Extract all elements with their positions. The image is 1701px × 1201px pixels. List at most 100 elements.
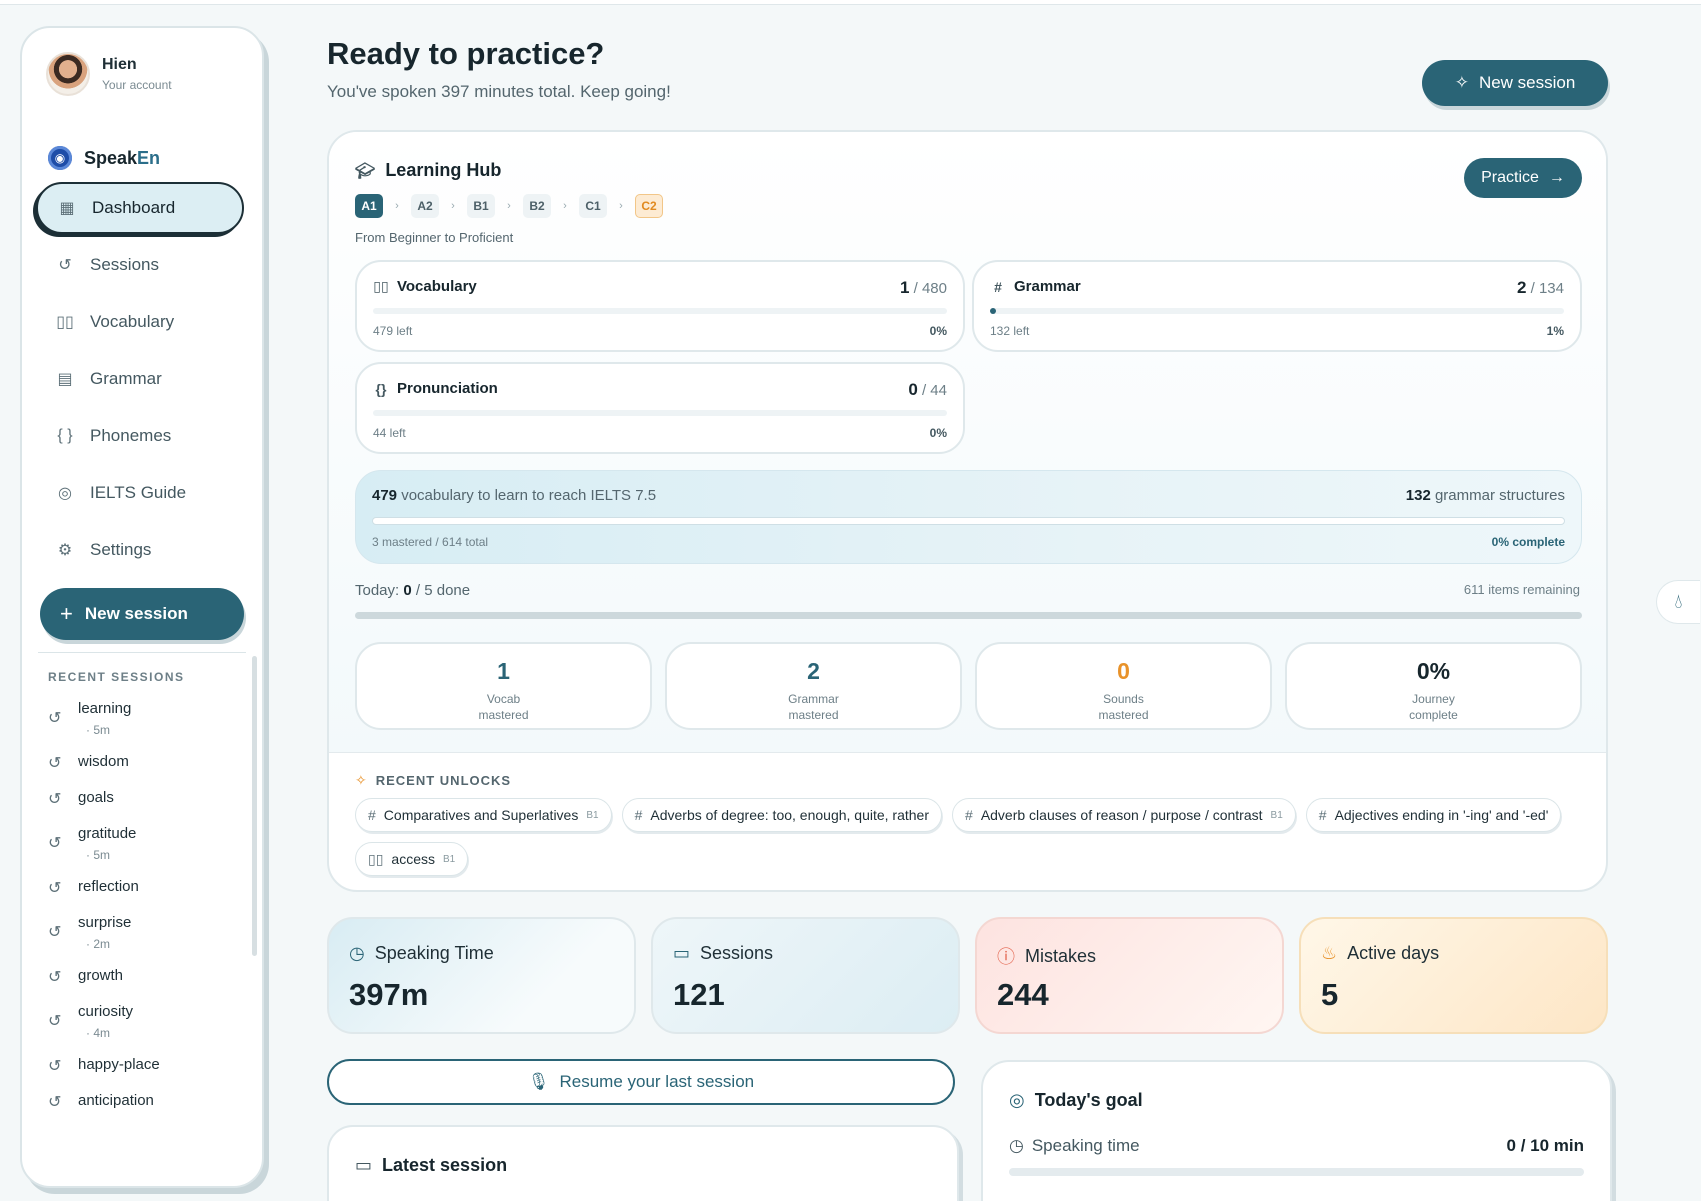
dashboard-icon: ▦ [59,200,75,217]
vocab-remaining-text: 479 vocabulary to learn to reach IELTS 7… [372,487,656,504]
vocabulary-progress-card[interactable]: ▯▯ Vocabulary 1 / 480 479 left 0% [355,260,965,352]
category-label: Grammar [1014,278,1081,295]
grammar-progress-card[interactable]: # Grammar 2 / 134 132 left 1% [972,260,1582,352]
goal-row: ◷ Speaking time 0 / 10 min [1009,1136,1584,1156]
unlock-chip[interactable]: ▯▯ access B1 [355,842,469,876]
practice-button[interactable]: Practice → [1464,158,1582,198]
level-b2[interactable]: B2 [523,194,551,218]
level-a1[interactable]: A1 [355,194,383,218]
sidebar-item-vocabulary[interactable]: ▯▯ Vocabulary [36,296,244,348]
resume-last-session-button[interactable]: 🎙︎ Resume your last session [327,1059,955,1105]
hub-title: 🎓︎ Learning Hub [355,160,501,181]
chat-icon: ▭ [673,943,691,963]
history-icon: ↺ [48,1058,62,1075]
recent-session-item[interactable]: ↺ goals [48,789,248,809]
unlock-chip[interactable]: # Adverbs of degree: too, enough, quite, … [621,798,943,832]
recent-sessions-heading: RECENT SESSIONS [48,670,185,684]
brand[interactable]: ◉ SpeakEn [48,146,160,170]
gear-icon: ⚙ [57,542,73,559]
session-title: happy-place [78,1056,160,1073]
book-icon: ▯▯ [373,278,389,294]
chip-text: Adverb clauses of reason / purpose / con… [980,807,1263,823]
session-title: wisdom [78,753,129,770]
unlock-chip[interactable]: # Comparatives and Superlatives B1 [355,798,612,832]
heading-text: RECENT UNLOCKS [375,773,512,788]
sidebar-item-dashboard[interactable]: ▦ Dashboard [36,182,244,234]
level-a2[interactable]: A2 [411,194,439,218]
speaking-time-card: ◷ Speaking Time 397m [327,917,636,1034]
session-duration: · 2m [86,937,110,951]
account-button[interactable]: Hien Your account [46,52,172,96]
sidebar-item-label: Grammar [90,369,162,388]
chip-level: B1 [586,809,599,821]
items-left: 44 left [373,426,406,440]
progress-percent: 1% [1546,324,1564,338]
assistant-fab[interactable]: 💧︎ [1656,580,1700,624]
recent-session-item[interactable]: ↺ gratitude · 5m [48,825,248,862]
learning-hub-card: 🎓︎ Learning Hub Practice → A1 › A2 › B1 … [327,130,1608,892]
vocab-count: 479 [372,487,398,504]
session-title: growth [78,967,124,984]
metric-label: ◷ Speaking Time [349,943,494,964]
session-title: anticipation [78,1092,154,1109]
sidebar-item-ielts-guide[interactable]: ◎ IELTS Guide [36,467,244,519]
flame-icon: ♨ [1321,943,1338,963]
hash-icon: # [994,278,1002,295]
grammar-count: 132 [1405,487,1431,504]
sidebar-item-grammar[interactable]: ▤ Grammar [36,353,244,405]
clock-icon: ◷ [1009,1136,1024,1155]
unlock-chip[interactable]: # Adverb clauses of reason / purpose / co… [952,798,1296,832]
level-c1[interactable]: C1 [579,194,607,218]
stat-value: 2 [807,658,820,684]
level-b1[interactable]: B1 [467,194,495,218]
button-label: New session [1478,73,1576,92]
level-c2[interactable]: C2 [635,194,663,218]
bookmark-book-icon: ▤ [57,371,73,388]
button-label: Practice [1481,169,1539,186]
sidebar-new-session-button[interactable]: + New session [40,588,244,640]
recent-session-item[interactable]: ↺ learning · 5m [48,700,248,737]
chip-text: Adverbs of degree: too, enough, quite, r… [650,807,930,823]
sparkles-icon: ✧ [1454,73,1469,92]
sessions-card: ▭ Sessions 121 [651,917,960,1034]
chevron-right-icon: › [563,200,567,212]
sidebar-item-settings[interactable]: ⚙ Settings [36,524,244,576]
active-days-card: ♨ Active days 5 [1299,917,1608,1034]
recent-session-item[interactable]: ↺ reflection [48,878,248,898]
category-label: Pronunciation [397,380,498,397]
stat-label: Grammar mastered [788,692,839,722]
recent-session-item[interactable]: ↺ wisdom [48,753,248,773]
session-title: surprise [78,914,132,931]
session-duration: · 4m [86,1026,110,1040]
done-count: 1 [899,278,910,297]
grammar-text: grammar structures [1434,487,1565,504]
chip-text: access [391,851,435,867]
button-label: Resume your last session [559,1072,755,1091]
sidebar-item-label: Settings [90,540,152,559]
pronunciation-progress-card[interactable]: {} Pronunciation 0 / 44 44 left 0% [355,362,965,454]
recent-session-item[interactable]: ↺ surprise · 2m [48,914,248,951]
recent-session-item[interactable]: ↺ anticipation [48,1092,248,1112]
recent-session-item[interactable]: ↺ growth [48,967,248,987]
header-new-session-button[interactable]: ✧ New session [1422,60,1608,106]
metric-label: ⓘ Mistakes [997,943,1096,969]
history-icon: ↺ [48,969,62,986]
stat-value: 1 [497,658,510,684]
unlock-chip[interactable]: # Adjectives ending in '-ing' and '-ed' [1305,798,1562,832]
total-count: / 134 [1530,280,1564,297]
hash-icon: # [634,807,643,823]
progress-percent: 0% [929,324,947,338]
history-icon: ↺ [48,835,62,852]
grammar-mastered-stat: 2 Grammar mastered [665,642,962,730]
today-progress: Today: 0 / 5 done [355,582,470,599]
goal-progress-bar [1009,1168,1584,1176]
chevron-right-icon: › [619,200,623,212]
sidebar-scrollbar[interactable] [252,656,257,956]
todays-goal-card: ◎ Today's goal ◷ Speaking time 0 / 10 min [981,1060,1612,1201]
recent-session-item[interactable]: ↺ happy-place [48,1056,248,1076]
sidebar-item-phonemes[interactable]: { } Phonemes [36,410,244,462]
sidebar-item-sessions[interactable]: ↺ Sessions [36,239,244,291]
card-title-text: Today's goal [1034,1090,1143,1110]
recent-session-item[interactable]: ↺ curiosity · 4m [48,1003,248,1040]
session-duration: · 5m [86,723,110,737]
